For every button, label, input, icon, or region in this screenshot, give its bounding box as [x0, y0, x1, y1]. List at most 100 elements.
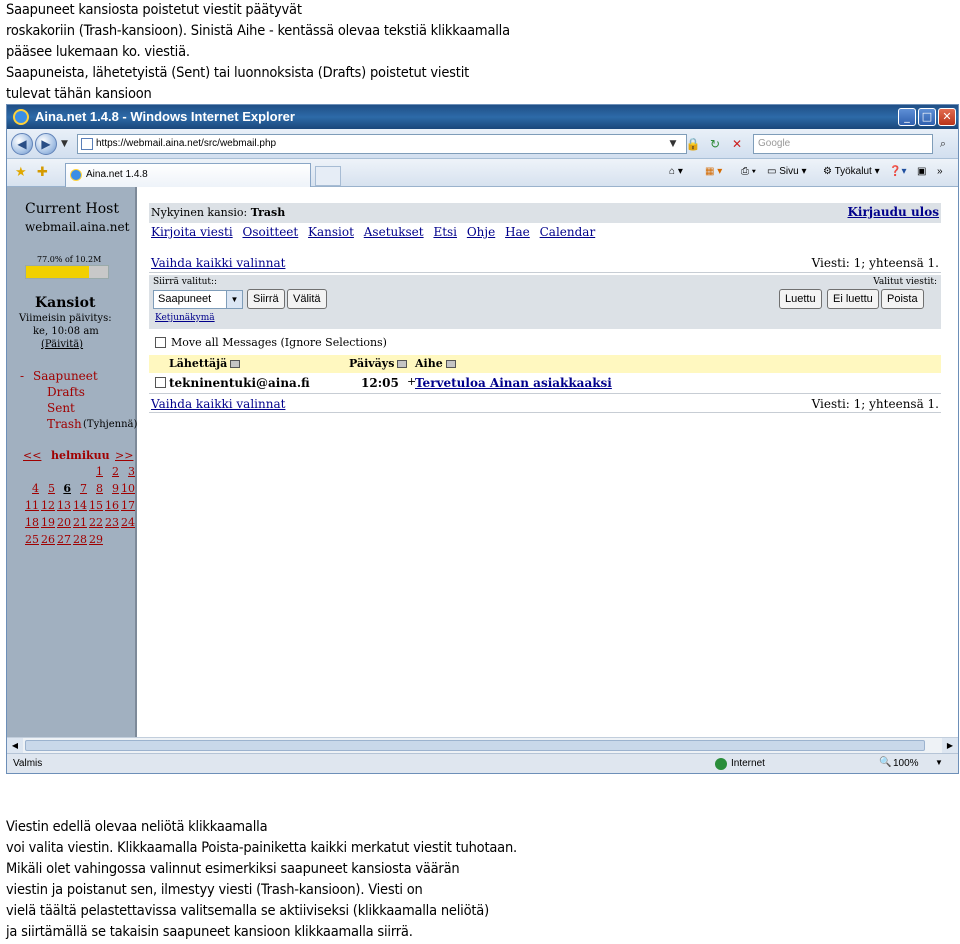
url-field[interactable]: https://webmail.aina.net/src/webmail.php [77, 134, 687, 154]
stop-icon[interactable]: ✕ [729, 136, 745, 152]
menu-calendar[interactable]: Calendar [540, 225, 596, 239]
calendar-day[interactable]: 24 [119, 516, 135, 529]
calendar-day[interactable]: 21 [71, 516, 87, 529]
maximize-button[interactable]: □ [918, 108, 936, 126]
calendar-day[interactable]: 7 [71, 482, 87, 495]
minimize-button[interactable]: _ [898, 108, 916, 126]
thread-view-link[interactable]: Ketjunäkymä [155, 313, 215, 323]
sort-icon[interactable] [397, 360, 408, 368]
calendar-day[interactable]: 12 [39, 499, 55, 512]
column-date[interactable]: Päiväys [349, 357, 408, 370]
menu-search[interactable]: Etsi [433, 225, 457, 239]
delete-button[interactable]: Poista [881, 289, 924, 309]
research-icon[interactable]: ▣ [917, 166, 926, 177]
calendar-day[interactable]: 5 [39, 482, 55, 495]
folder-sent[interactable]: Sent [47, 401, 75, 415]
toggle-all-link[interactable]: Vaihda kaikki valinnat [151, 256, 285, 270]
calendar-day[interactable]: 11 [23, 499, 39, 512]
forward-message-button[interactable]: Välitä [287, 289, 327, 309]
calendar-day[interactable]: 18 [23, 516, 39, 529]
calendar-day[interactable]: 25 [23, 533, 39, 546]
calendar-day[interactable]: 2 [103, 465, 119, 478]
search-input[interactable]: Google [753, 134, 933, 154]
calendar-month[interactable]: helmikuu [51, 449, 110, 462]
calendar-day[interactable]: 4 [23, 482, 39, 495]
sort-icon[interactable] [445, 360, 456, 368]
menu-fetch[interactable]: Hae [505, 225, 530, 239]
empty-trash-link[interactable]: (Tyhjennä) [83, 419, 137, 430]
lock-icon[interactable]: 🔒 [685, 136, 701, 152]
page-menu[interactable]: ▭ Sivu ▾ [767, 166, 807, 177]
history-dropdown-icon[interactable]: ▼ [61, 139, 68, 149]
new-tab-button[interactable] [315, 166, 341, 186]
calendar-prev-link[interactable]: << [23, 449, 41, 462]
help-icon[interactable]: ❓▾ [889, 166, 906, 177]
target-folder-select[interactable]: Saapuneet ▼ [153, 290, 243, 309]
toggle-all-link[interactable]: Vaihda kaikki valinnat [151, 397, 285, 411]
column-subject[interactable]: Aihe [415, 357, 456, 370]
scroll-right-icon[interactable]: ▶ [942, 738, 958, 753]
column-from[interactable]: Lähettäjä [169, 357, 241, 370]
logout-link[interactable]: Kirjaudu ulos [848, 205, 940, 219]
move-all-row: Move all Messages (Ignore Selections) [149, 333, 941, 353]
favorites-star-icon[interactable]: ★ [15, 165, 27, 180]
calendar-day[interactable]: 26 [39, 533, 55, 546]
calendar-day[interactable]: 15 [87, 499, 103, 512]
horizontal-scrollbar[interactable]: ◀ ▶ [7, 737, 958, 753]
message-subject-link[interactable]: Tervetuloa Ainan asiakkaaksi [415, 376, 612, 390]
calendar-day[interactable]: 23 [103, 516, 119, 529]
refresh-folders-link[interactable]: (Päivitä) [41, 339, 83, 350]
calendar-day[interactable]: 3 [119, 465, 135, 478]
folder-trash[interactable]: Trash [47, 417, 82, 431]
url-dropdown-icon[interactable]: ▼ [665, 136, 681, 152]
folder-inbox[interactable]: Saapuneet [33, 369, 98, 383]
calendar-day[interactable]: 16 [103, 499, 119, 512]
calendar-day[interactable]: 10 [119, 482, 135, 495]
tab-aina[interactable]: Aina.net 1.4.8 [65, 163, 311, 187]
calendar-day[interactable]: 19 [39, 516, 55, 529]
back-button[interactable]: ◀ [11, 133, 33, 155]
chevron-down-icon[interactable]: ▼ [226, 291, 242, 308]
search-icon[interactable]: ⌕ [933, 134, 953, 154]
calendar-day[interactable]: 29 [87, 533, 103, 546]
calendar-day[interactable]: 9 [103, 482, 119, 495]
print-icon[interactable]: ⎙ ▾ [741, 166, 756, 177]
menu-options[interactable]: Asetukset [364, 225, 424, 239]
calendar-day[interactable]: 6 [55, 482, 71, 495]
message-checkbox[interactable] [155, 377, 166, 388]
toolbar-more-icon[interactable]: » [937, 166, 943, 177]
calendar-day[interactable]: 14 [71, 499, 87, 512]
mark-read-button[interactable]: Luettu [779, 289, 822, 309]
calendar-next-link[interactable]: >> [115, 449, 133, 462]
calendar-day[interactable]: 13 [55, 499, 71, 512]
home-icon[interactable]: ⌂ ▾ [669, 166, 683, 177]
calendar-day[interactable]: 28 [71, 533, 87, 546]
move-all-checkbox[interactable] [155, 337, 166, 348]
menu-compose[interactable]: Kirjoita viesti [151, 225, 233, 239]
add-favorite-icon[interactable]: ✚ [37, 165, 48, 180]
zoom-dropdown-icon[interactable]: ▼ [935, 758, 943, 767]
move-button[interactable]: Siirrä [247, 289, 285, 309]
tools-menu[interactable]: ⚙ Työkalut ▾ [823, 166, 880, 177]
zoom-icon[interactable]: 🔍 [879, 757, 891, 768]
feed-icon[interactable]: ▦ ▾ [705, 166, 722, 177]
sort-icon[interactable] [230, 360, 241, 368]
mark-unread-button[interactable]: Ei luettu [827, 289, 879, 309]
calendar-day[interactable]: 27 [55, 533, 71, 546]
menu-folders[interactable]: Kansiot [308, 225, 354, 239]
close-button[interactable]: ✕ [938, 108, 956, 126]
refresh-icon[interactable]: ↻ [707, 136, 723, 152]
scroll-left-icon[interactable]: ◀ [7, 738, 23, 753]
calendar-day[interactable]: 1 [87, 465, 103, 478]
calendar-day[interactable]: 17 [119, 499, 135, 512]
calendar-day[interactable]: 22 [87, 516, 103, 529]
scroll-thumb[interactable] [25, 740, 925, 751]
zoom-level[interactable]: 100% [893, 758, 919, 769]
menu-help[interactable]: Ohje [467, 225, 495, 239]
calendar-day[interactable]: 8 [87, 482, 103, 495]
calendar-day[interactable]: 20 [55, 516, 71, 529]
folder-drafts[interactable]: Drafts [47, 385, 85, 399]
folders-title: Kansiot [35, 295, 96, 311]
menu-addresses[interactable]: Osoitteet [242, 225, 298, 239]
forward-button[interactable]: ▶ [35, 133, 57, 155]
